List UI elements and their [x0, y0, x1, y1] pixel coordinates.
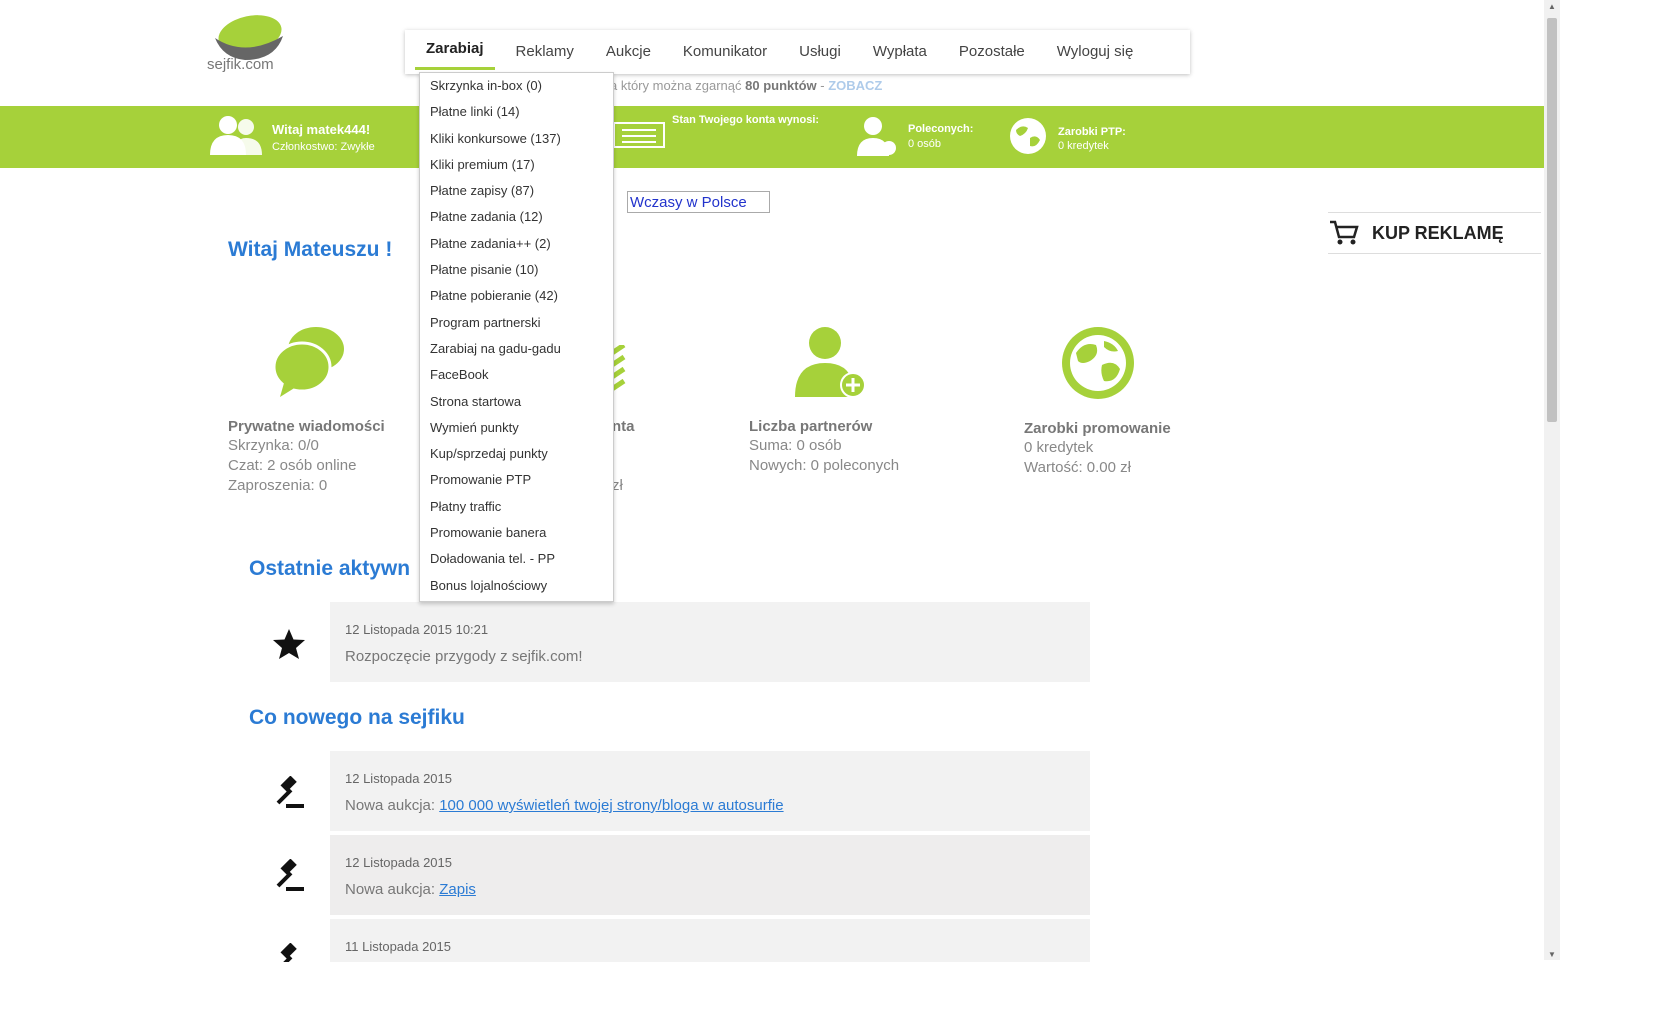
menu-platne-zapisy[interactable]: Płatne zapisy (87) [420, 178, 613, 204]
balance-title: Stan Twojego konta wynosi: [672, 114, 820, 126]
welcome-heading: Witaj Mateuszu ! [228, 238, 393, 261]
scroll-up-arrow[interactable]: ▲ [1548, 2, 1556, 11]
messages-invites: Zaproszenia: 0 [228, 477, 328, 494]
scrollbar-thumb[interactable] [1547, 18, 1557, 422]
news-link-1[interactable]: 100 000 wyświetleń twojej strony/bloga w… [439, 797, 783, 814]
add-partner-icon [795, 327, 866, 398]
menu-gadu-gadu[interactable]: Zarabiaj na gadu-gadu [420, 336, 613, 362]
money-stack-icon [612, 345, 626, 392]
cart-icon [1330, 220, 1359, 245]
nav-zarabiaj[interactable]: Zarabiaj [415, 31, 495, 70]
recent-activity-heading: Ostatnie aktywn [249, 557, 411, 580]
menu-kup-sprzedaj[interactable]: Kup/sprzedaj punkty [420, 441, 613, 467]
globe-icon [1010, 118, 1046, 154]
welcome-user: Witaj matek444! [272, 122, 371, 137]
referrals-title: Poleconych: [908, 123, 974, 135]
menu-platne-zadania[interactable]: Płatne zadania (12) [420, 204, 613, 230]
subbar-prefix: a który można zgarnąć [610, 78, 742, 93]
menu-kliki-premium[interactable]: Kliki premium (17) [420, 152, 613, 178]
news-heading: Co nowego na sejfiku [249, 706, 465, 729]
menu-kliki-konkursowe[interactable]: Kliki konkursowe (137) [420, 126, 613, 152]
promo-value: Wartość: 0.00 zł [1024, 459, 1131, 476]
zarabiaj-dropdown: Skrzynka in-box (0) Płatne linki (14) Kl… [419, 72, 614, 602]
menu-platne-zadania-plus[interactable]: Płatne zadania++ (2) [420, 231, 613, 257]
news-link-2[interactable]: Zapis [439, 881, 476, 898]
nav-komunikator[interactable]: Komunikator [667, 30, 783, 74]
gavel-icon [276, 776, 304, 808]
news-card-2: 12 Listopada 2015 Nowa aukcja: Zapis [330, 835, 1090, 915]
promo-title: Zarobki promowanie [1024, 420, 1171, 437]
messages-inbox: Skrzynka: 0/0 [228, 437, 319, 454]
menu-platne-pobieranie[interactable]: Płatne pobieranie (42) [420, 283, 613, 309]
partners-title: Liczba partnerów [749, 418, 873, 435]
partners-new: Nowych: 0 poleconych [749, 457, 900, 474]
news-date-3: 11 Listopada 2015 [345, 939, 452, 954]
nav-uslugi[interactable]: Usługi [783, 30, 857, 74]
menu-bonus[interactable]: Bonus lojalnościowy [420, 573, 613, 599]
menu-promowanie-ptp[interactable]: Promowanie PTP [420, 467, 613, 493]
account-title-fragment: nta [612, 418, 635, 435]
menu-platne-pisanie[interactable]: Płatne pisanie (10) [420, 257, 613, 283]
news-text-2: Nowa aukcja: Zapis [345, 881, 476, 898]
subbar-zobacz-link[interactable]: ZOBACZ [828, 78, 882, 93]
messages-chat: Czat: 2 osób online [228, 457, 357, 474]
subbar-sep: - [816, 78, 829, 93]
promo-subbar: a który można zgarnąć 80 punktów - ZOBAC… [610, 78, 882, 93]
partners-total: Suma: 0 osób [749, 437, 842, 454]
referrals-count: 0 osób [908, 138, 942, 150]
menu-platne-linki[interactable]: Płatne linki (14) [420, 99, 613, 125]
activity-card: 12 Listopada 2015 10:21 Rozpoczęcie przy… [330, 602, 1090, 682]
menu-platny-traffic[interactable]: Płatny traffic [420, 494, 613, 520]
activity-date: 12 Listopada 2015 10:21 [345, 622, 489, 637]
ptp-title: Zarobki PTP: [1058, 126, 1126, 138]
account-bar: Witaj matek444! Członkostwo: Zwykłe Stan… [0, 106, 1544, 168]
menu-strona-startowa[interactable]: Strona startowa [420, 389, 613, 415]
menu-doladowania[interactable]: Doładowania tel. - PP [420, 546, 613, 572]
star-icon [273, 629, 305, 659]
news-date-2: 12 Listopada 2015 [345, 855, 452, 870]
messages-title: Prywatne wiadomości [228, 418, 385, 435]
news-text-1: Nowa aukcja: 100 000 wyświetleń twojej s… [345, 797, 784, 814]
activity-text: Rozpoczęcie przygody z sejfik.com! [345, 648, 583, 665]
main-nav: Zarabiaj Reklamy Aukcje Komunikator Usłu… [405, 30, 1190, 74]
ptp-earnings: 0 kredytek [1058, 140, 1109, 152]
world-globe-icon [1062, 327, 1134, 399]
buy-ad-label: KUP REKLAMĘ [1372, 222, 1504, 243]
users-icon [210, 116, 262, 155]
menu-wymien-punkty[interactable]: Wymień punkty [420, 415, 613, 441]
buy-ad-button[interactable]: KUP REKLAMĘ [1328, 212, 1541, 254]
add-referral-icon [857, 117, 896, 156]
nav-pozostale[interactable]: Pozostałe [943, 30, 1041, 74]
nav-wyloguj[interactable]: Wyloguj się [1041, 30, 1150, 74]
nav-reklamy[interactable]: Reklamy [500, 30, 590, 74]
menu-facebook[interactable]: FaceBook [420, 362, 613, 388]
logo-text: sejfik.com [207, 56, 274, 73]
subbar-points: 80 punktów [745, 78, 817, 93]
news-prefix-2: Nowa aukcja: [345, 881, 440, 898]
menu-program-partnerski[interactable]: Program partnerski [420, 310, 613, 336]
gavel-icon [276, 859, 304, 891]
chat-bubbles-icon [272, 327, 344, 397]
nav-aukcje[interactable]: Aukcje [590, 30, 667, 74]
banner-image-broken[interactable]: Wczasy w Polsce [627, 191, 770, 213]
scroll-down-arrow[interactable]: ▼ [1548, 950, 1556, 959]
news-date-1: 12 Listopada 2015 [345, 771, 452, 786]
money-icon [613, 122, 665, 148]
menu-promowanie-banera[interactable]: Promowanie banera [420, 520, 613, 546]
nav-wyplata[interactable]: Wypłata [857, 30, 943, 74]
menu-skrzynka[interactable]: Skrzynka in-box (0) [420, 73, 613, 99]
promo-credits: 0 kredytek [1024, 439, 1094, 456]
membership-label: Członkostwo: Zwykłe [272, 141, 375, 153]
viewport-bottom [0, 962, 1680, 1010]
news-card-1: 12 Listopada 2015 Nowa aukcja: 100 000 w… [330, 751, 1090, 831]
news-prefix-1: Nowa aukcja: [345, 797, 440, 814]
